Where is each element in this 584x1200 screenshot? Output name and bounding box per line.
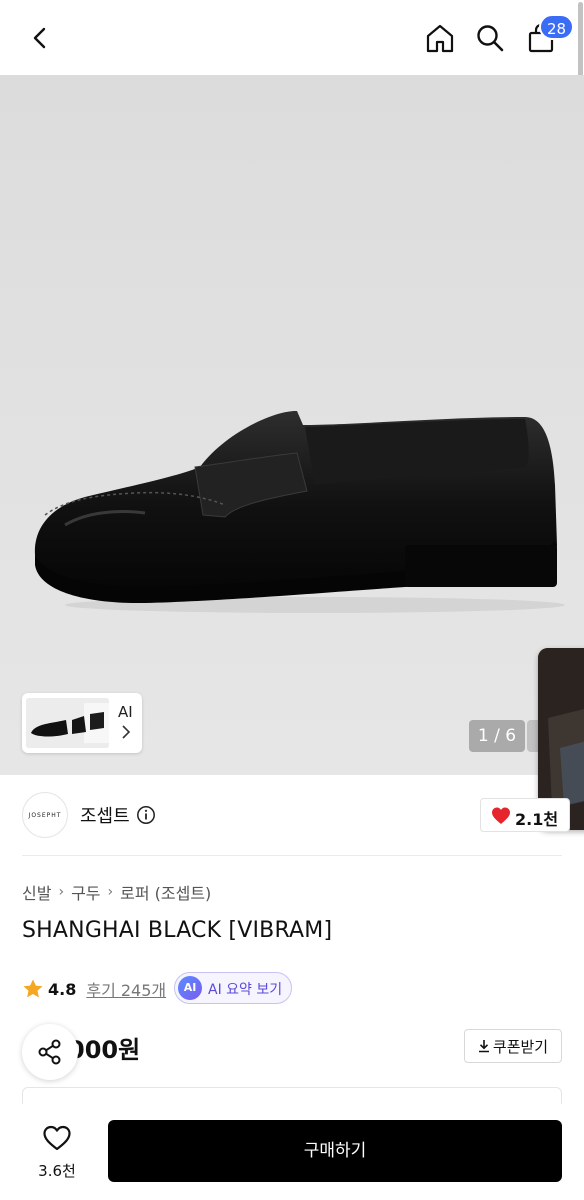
chevron-right-icon [122, 725, 131, 739]
coupon-download-button[interactable]: 쿠폰받기 [464, 1029, 562, 1063]
chevron-right-icon: › [107, 884, 114, 900]
info-icon[interactable] [136, 805, 156, 825]
product-title: SHANGHAI BLACK [VIBRAM] [22, 918, 333, 943]
heart-filled-icon [492, 807, 510, 824]
ai-summary-label: AI 요약 보기 [208, 982, 283, 998]
back-button[interactable] [20, 18, 60, 58]
star-icon [23, 979, 43, 998]
coupon-label: 쿠폰받기 [492, 1037, 549, 1056]
product-price: 000원 [68, 1036, 141, 1064]
bottom-action-bar: 3.6천 구매하기 [0, 1104, 584, 1200]
download-icon [478, 1040, 489, 1053]
wishlist-count: 3.6천 [38, 1162, 76, 1180]
top-nav-bar: 28 [0, 0, 584, 82]
rating-row: 4.8 후기 245개 [22, 975, 166, 1003]
breadcrumb-item-loafer[interactable]: 로퍼 (조셉트) [120, 880, 211, 904]
divider [22, 855, 562, 856]
product-image-loafer [34, 410, 565, 613]
brand-logo-text: JOSEPHT [28, 811, 62, 819]
cart-count-badge: 28 [539, 14, 575, 40]
review-count-link[interactable]: 후기 245개 [86, 977, 166, 1001]
brand-logo[interactable]: JOSEPHT [22, 792, 68, 838]
thumbnail-image [26, 698, 109, 748]
buy-button[interactable]: 구매하기 [108, 1120, 562, 1182]
chevron-right-icon: › [58, 884, 65, 900]
brand-like-button[interactable]: 2.1천 [480, 798, 570, 832]
ai-summary-button[interactable]: AI AI 요약 보기 [174, 972, 292, 1004]
heart-outline-icon [43, 1125, 71, 1151]
breadcrumb-item-dress-shoes[interactable]: 구두 [71, 880, 100, 904]
share-icon [38, 1039, 61, 1065]
breadcrumb-item-shoes[interactable]: 신발 [22, 880, 51, 904]
chevron-left-icon [33, 27, 46, 49]
home-icon [426, 24, 454, 53]
scrollbar[interactable] [578, 2, 583, 82]
share-button[interactable] [22, 1024, 78, 1080]
product-image-carousel[interactable]: AI 1 / 6 [0, 75, 584, 775]
search-icon [477, 25, 504, 52]
brand-name[interactable]: 조셉트 [80, 802, 130, 828]
search-button[interactable] [470, 18, 510, 58]
brand-like-count: 2.1천 [515, 810, 559, 829]
breadcrumb: 신발 › 구두 › 로퍼 (조셉트) [22, 880, 211, 904]
image-counter: 1 / 6 [469, 720, 525, 752]
thumbnail-ai-label: AI [118, 703, 133, 721]
wishlist-button[interactable]: 3.6천 [22, 1120, 92, 1186]
ai-thumbnail-card[interactable]: AI [22, 693, 142, 753]
home-button[interactable] [420, 18, 460, 58]
rating-value: 4.8 [48, 979, 77, 999]
cart-button[interactable]: 28 [521, 14, 575, 58]
ai-badge-icon: AI [178, 976, 202, 1000]
